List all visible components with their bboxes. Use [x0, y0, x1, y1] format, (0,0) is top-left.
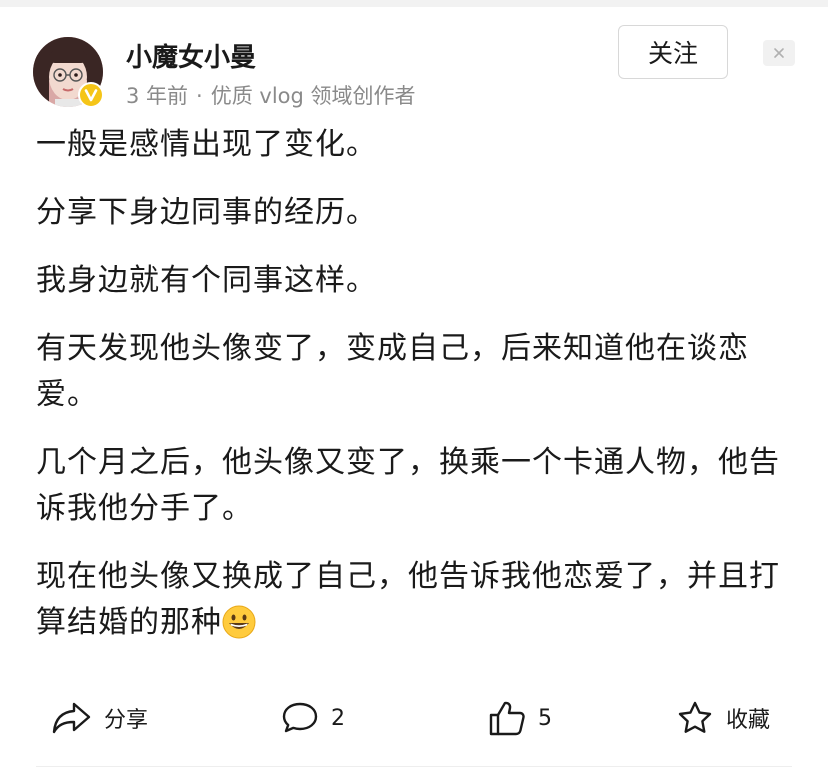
top-strip	[0, 0, 828, 7]
like-count: 5	[538, 705, 552, 731]
post-paragraph: 一般是感情出现了变化。	[36, 127, 377, 162]
share-icon	[52, 702, 91, 734]
grinning-face-emoji	[222, 605, 256, 639]
divider	[36, 766, 792, 767]
thumbs-up-icon	[489, 701, 525, 736]
comment-count: 2	[331, 705, 345, 731]
meta-separator: ·	[196, 84, 203, 108]
author-name[interactable]: 小魔女小曼	[126, 37, 256, 74]
close-button[interactable]	[763, 40, 795, 66]
action-bar: 分享 2 5 收藏	[0, 690, 828, 746]
star-icon	[678, 701, 712, 733]
author-meta: 3 年前 · 优质 vlog 领域创作者	[126, 80, 416, 110]
post-paragraph-text: 现在他头像又换成了自己，他告诉我他恋爱了，并且打算结婚的那种	[36, 559, 780, 640]
comment-button[interactable]: 2	[281, 698, 345, 738]
author-title: 优质 vlog 领域创作者	[210, 84, 416, 108]
comment-icon	[282, 702, 318, 733]
share-label: 分享	[104, 708, 149, 733]
post-paragraph: 分享下身边同事的经历。	[36, 195, 377, 230]
share-button[interactable]: 分享	[52, 698, 148, 738]
post-content: 一般是感情出现了变化。 分享下身边同事的经历。 我身边就有个同事这样。 有天发现…	[36, 122, 796, 668]
post-time: 3 年前	[126, 84, 189, 108]
verified-v-icon	[78, 82, 104, 108]
post-paragraph: 我身边就有个同事这样。	[36, 263, 377, 298]
post-paragraph-last: 现在他头像又换成了自己，他告诉我他恋爱了，并且打算结婚的那种	[36, 554, 796, 646]
close-icon	[774, 48, 784, 58]
follow-button[interactable]: 关注	[618, 25, 728, 79]
favorite-button[interactable]: 收藏	[676, 698, 770, 738]
post-paragraph: 几个月之后，他头像又变了，换乘一个卡通人物，他告诉我他分手了。	[36, 445, 780, 526]
post-paragraph: 有天发现他头像变了，变成自己，后来知道他在谈恋爱。	[36, 331, 749, 412]
like-button[interactable]: 5	[488, 698, 552, 738]
favorite-label: 收藏	[726, 708, 771, 733]
